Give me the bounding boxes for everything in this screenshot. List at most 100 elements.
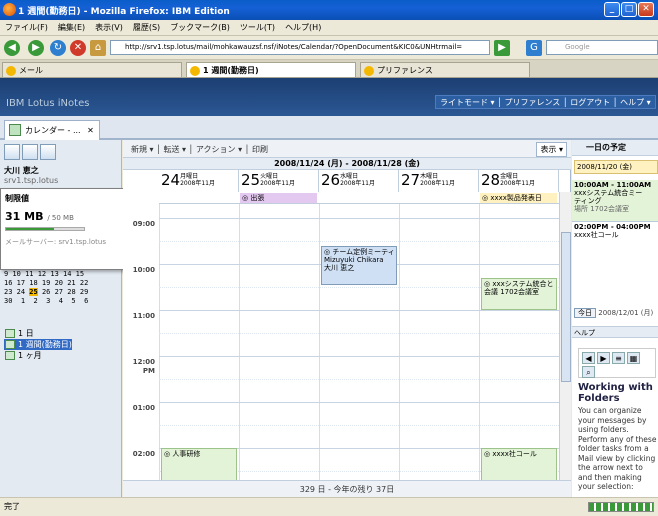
calendar-footer: 329 日 - 今年の残り 37日 (123, 480, 571, 497)
time-label: 02:00 (132, 450, 155, 458)
half-hour-line (159, 333, 559, 334)
mini-calendar-today[interactable]: 25 (29, 288, 38, 296)
day-column-divider (319, 204, 320, 480)
contents-icon[interactable]: ≡ (612, 352, 625, 364)
year-month: 2008年11月 (260, 180, 295, 187)
quota-max: / 50 MB (47, 214, 74, 222)
event-text: ◎ 人事研修 (164, 450, 201, 458)
day-number: 26 (321, 171, 341, 189)
back-arrow-icon[interactable]: ◀ (582, 352, 595, 364)
help-icons: ◀ ▶ ≡ ▦ ⌕ (578, 348, 656, 378)
back-arrow-icon[interactable]: ◀ (4, 40, 20, 56)
hour-line (159, 310, 559, 311)
calendar-event[interactable]: ◎ xxxx社コール (481, 448, 557, 480)
event-text: ◎ xxxx社コール (484, 450, 537, 458)
help-text: You can organize your messages by using … (578, 406, 657, 491)
day-number: 28 (481, 171, 501, 189)
day-header[interactable]: 24 月曜日 2008年11月 (159, 170, 239, 192)
magnifier-icon[interactable]: ⌕ (582, 366, 595, 378)
date-range: 2008/11/24 (月) - 2008/11/28 (金) (123, 158, 571, 170)
time-grid[interactable]: 09:00 10:00 11:00 12:00 PM 01:00 02:00 ◎ チーム定例… (123, 204, 559, 480)
half-hour-line (159, 379, 559, 380)
day-header[interactable]: 25 火曜日 2008年11月 (239, 170, 319, 192)
close-window-button[interactable]: ✕ (638, 2, 654, 17)
user-info: 大川 恵之 srv1.tsp.lotus (4, 166, 58, 186)
progress-indicator (588, 502, 654, 512)
reload-icon[interactable]: ↻ (50, 40, 66, 56)
search-engine-icon[interactable]: G (526, 40, 542, 56)
view-list: 1 日 1 週間(勤務日) 1 ヶ月 (4, 328, 72, 361)
menu-tools[interactable]: ツール(T) (235, 20, 280, 35)
menu-history[interactable]: 履歴(S) (128, 20, 165, 35)
mini-calendar[interactable]: 9 10 11 12 13 14 15 16 17 18 19 20 21 22 2… (4, 270, 118, 306)
menu-edit[interactable]: 編集(E) (53, 20, 90, 35)
tab-calendar[interactable]: カレンダー - ... ✕ (4, 120, 100, 140)
help-title: Working with Folders (578, 382, 653, 404)
mail-icon[interactable] (4, 144, 20, 160)
agenda-event[interactable]: 02:00PM - 04:00PM xxxx社コール (572, 222, 658, 242)
top-nav-links[interactable]: ライトモード ▾ │ プリファレンス │ ログアウト │ ヘルプ ▾ (435, 95, 656, 109)
maximize-button[interactable]: □ (621, 2, 637, 17)
app-tab-bar: カレンダー - ... ✕ (0, 116, 658, 140)
all-day-row: ◎ 出張 ◎ xxxx製品発表日 (159, 192, 559, 204)
notes-icon (190, 66, 200, 76)
right-panel: 一日の予定 2008/11/20 (金) 10:00AM - 11:00AM x… (572, 140, 658, 497)
vertical-scrollbar[interactable] (559, 192, 571, 480)
minimize-button[interactable]: _ (604, 2, 620, 17)
view-day[interactable]: 1 日 (4, 328, 72, 339)
event-text: ◎ xxxシステム統合と (484, 279, 554, 288)
contacts-icon[interactable] (40, 144, 56, 160)
menu-file[interactable]: ファイル(F) (0, 20, 53, 35)
day-label: 月曜日 2008年11月 (180, 173, 215, 187)
go-icon[interactable]: ▶ (494, 40, 510, 56)
forward-arrow-icon[interactable]: ▶ (597, 352, 610, 364)
event-text: 会議 1702会議室 (484, 287, 540, 296)
day-of-week: 月曜日 (180, 173, 199, 180)
menu-bar: ファイル(F) 編集(E) 表示(V) 履歴(S) ブックマーク(B) ツール(T) ヘルプ… (0, 20, 658, 36)
day-header[interactable]: 27 木曜日 2008年11月 (399, 170, 479, 192)
forward-arrow-icon[interactable]: ▶ (28, 40, 44, 56)
browser-tab-mail[interactable]: メール (2, 62, 182, 77)
menu-help[interactable]: ヘルプ(H) (280, 20, 326, 35)
search-input[interactable]: Google (546, 40, 658, 55)
view-week-workdays[interactable]: 1 週間(勤務日) (4, 339, 72, 350)
day-headers: 24 月曜日 2008年11月 25 火曜日 2008年11月 26 水曜日 2008年11月 2… (159, 170, 559, 192)
scroll-thumb[interactable] (561, 232, 571, 382)
menu-bookmarks[interactable]: ブックマーク(B) (165, 20, 235, 35)
day-column-divider (159, 204, 160, 480)
help-header: ヘルプ (572, 326, 658, 338)
year-month: 2008年11月 (500, 180, 535, 187)
close-tab-icon[interactable]: ✕ (87, 126, 94, 135)
brand-logo: IBM Lotus iNotes (6, 98, 90, 109)
agenda-event[interactable]: 10:00AM - 11:00AM xxxシステム統合ミー ティング 場所 17… (572, 180, 658, 222)
browser-tab-preferences[interactable]: プリファレンス (360, 62, 530, 77)
day-of-week: 金曜日 (500, 173, 519, 180)
window-titlebar: 1 週間(勤務日) - Mozilla Firefox: IBM Edition… (0, 0, 658, 20)
day-of-week: 木曜日 (420, 173, 439, 180)
day-header[interactable]: 26 水曜日 2008年11月 (319, 170, 399, 192)
all-day-event[interactable]: ◎ 出張 (240, 193, 317, 203)
window-title: 1 週間(勤務日) - Mozilla Firefox: IBM Edition (18, 7, 230, 17)
calendar-event[interactable]: ◎ チーム定例ミーティ Mizuyuki Chikara 大川 恵之 (321, 245, 397, 285)
stop-icon[interactable]: ✕ (70, 40, 86, 56)
toolbar-actions[interactable]: 新規 ▾ │ 転送 ▾ │ アクション ▾ │ 印刷 (131, 144, 268, 155)
calendar-event[interactable]: ◎ xxxシステム統合と 会議 1702会議室 (481, 277, 557, 310)
all-day-event[interactable]: ◎ xxxx製品発表日 (480, 193, 557, 203)
home-icon[interactable]: ⌂ (90, 40, 106, 56)
today-button[interactable]: 今日 (574, 308, 596, 318)
view-month[interactable]: 1 ヶ月 (4, 350, 72, 361)
menu-view[interactable]: 表示(V) (90, 20, 128, 35)
day-of-week: 水曜日 (340, 173, 359, 180)
index-icon[interactable]: ▦ (627, 352, 640, 364)
url-input[interactable]: http://srv1.tsp.lotus/mail/mohkawauzsf.n… (110, 40, 490, 55)
day-header[interactable]: 28 金曜日 2008年11月 (479, 170, 559, 192)
calendar-event[interactable]: ◎ 人事研修 (161, 448, 237, 480)
browser-tab-week[interactable]: 1 週間(勤務日) (186, 62, 356, 77)
nav-toolbar: ◀ ▶ ↻ ✕ ⌂ http://srv1.tsp.lotus/mail/moh… (0, 36, 658, 60)
calendar-icon[interactable] (22, 144, 38, 160)
half-hour-line (159, 425, 559, 426)
agenda-date-badge: 2008/11/20 (金) (574, 160, 658, 174)
left-panel-icons (4, 144, 58, 162)
day-view-icon (5, 329, 15, 338)
display-button[interactable]: 表示 ▾ (536, 142, 567, 157)
